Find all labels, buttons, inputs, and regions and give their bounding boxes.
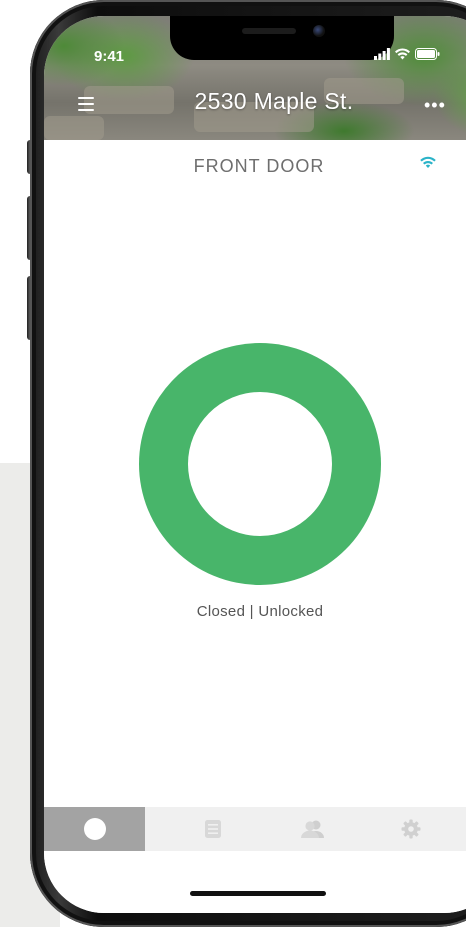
tab-users[interactable] — [262, 807, 363, 851]
tab-history[interactable] — [162, 807, 263, 851]
battery-icon — [415, 48, 440, 60]
tab-status[interactable] — [44, 807, 145, 851]
list-icon — [204, 820, 221, 838]
door-status-text: Closed | Unlocked — [196, 603, 324, 620]
door-status-ring[interactable] — [139, 343, 381, 585]
door-name: FRONT DOOR — [193, 156, 325, 176]
marketing-stage: 9:41 2530 Maple St. ••• FRONT DOOR Close… — [0, 0, 466, 927]
ellipsis-icon[interactable]: ••• — [424, 96, 446, 114]
hamburger-menu-icon[interactable] — [78, 96, 98, 112]
users-icon — [300, 820, 324, 838]
status-dot-icon — [83, 818, 106, 840]
tab-settings[interactable] — [360, 807, 461, 851]
home-area — [44, 851, 466, 913]
ring-center — [188, 392, 332, 536]
status-time: 9:41 — [94, 48, 125, 65]
navigation-bar: 2530 Maple St. ••• — [44, 82, 466, 126]
gear-icon — [401, 819, 420, 839]
cellular-signal-icon — [374, 48, 390, 60]
wifi-status-icon — [395, 48, 410, 60]
phone-screen: 9:41 2530 Maple St. ••• FRONT DOOR Close… — [44, 16, 466, 913]
wifi-icon — [420, 156, 436, 168]
home-indicator[interactable] — [190, 891, 326, 896]
location-title: 2530 Maple St. — [194, 88, 354, 114]
tab-bar — [44, 807, 466, 851]
status-bar: 9:41 — [44, 16, 466, 65]
status-icons — [374, 46, 440, 62]
